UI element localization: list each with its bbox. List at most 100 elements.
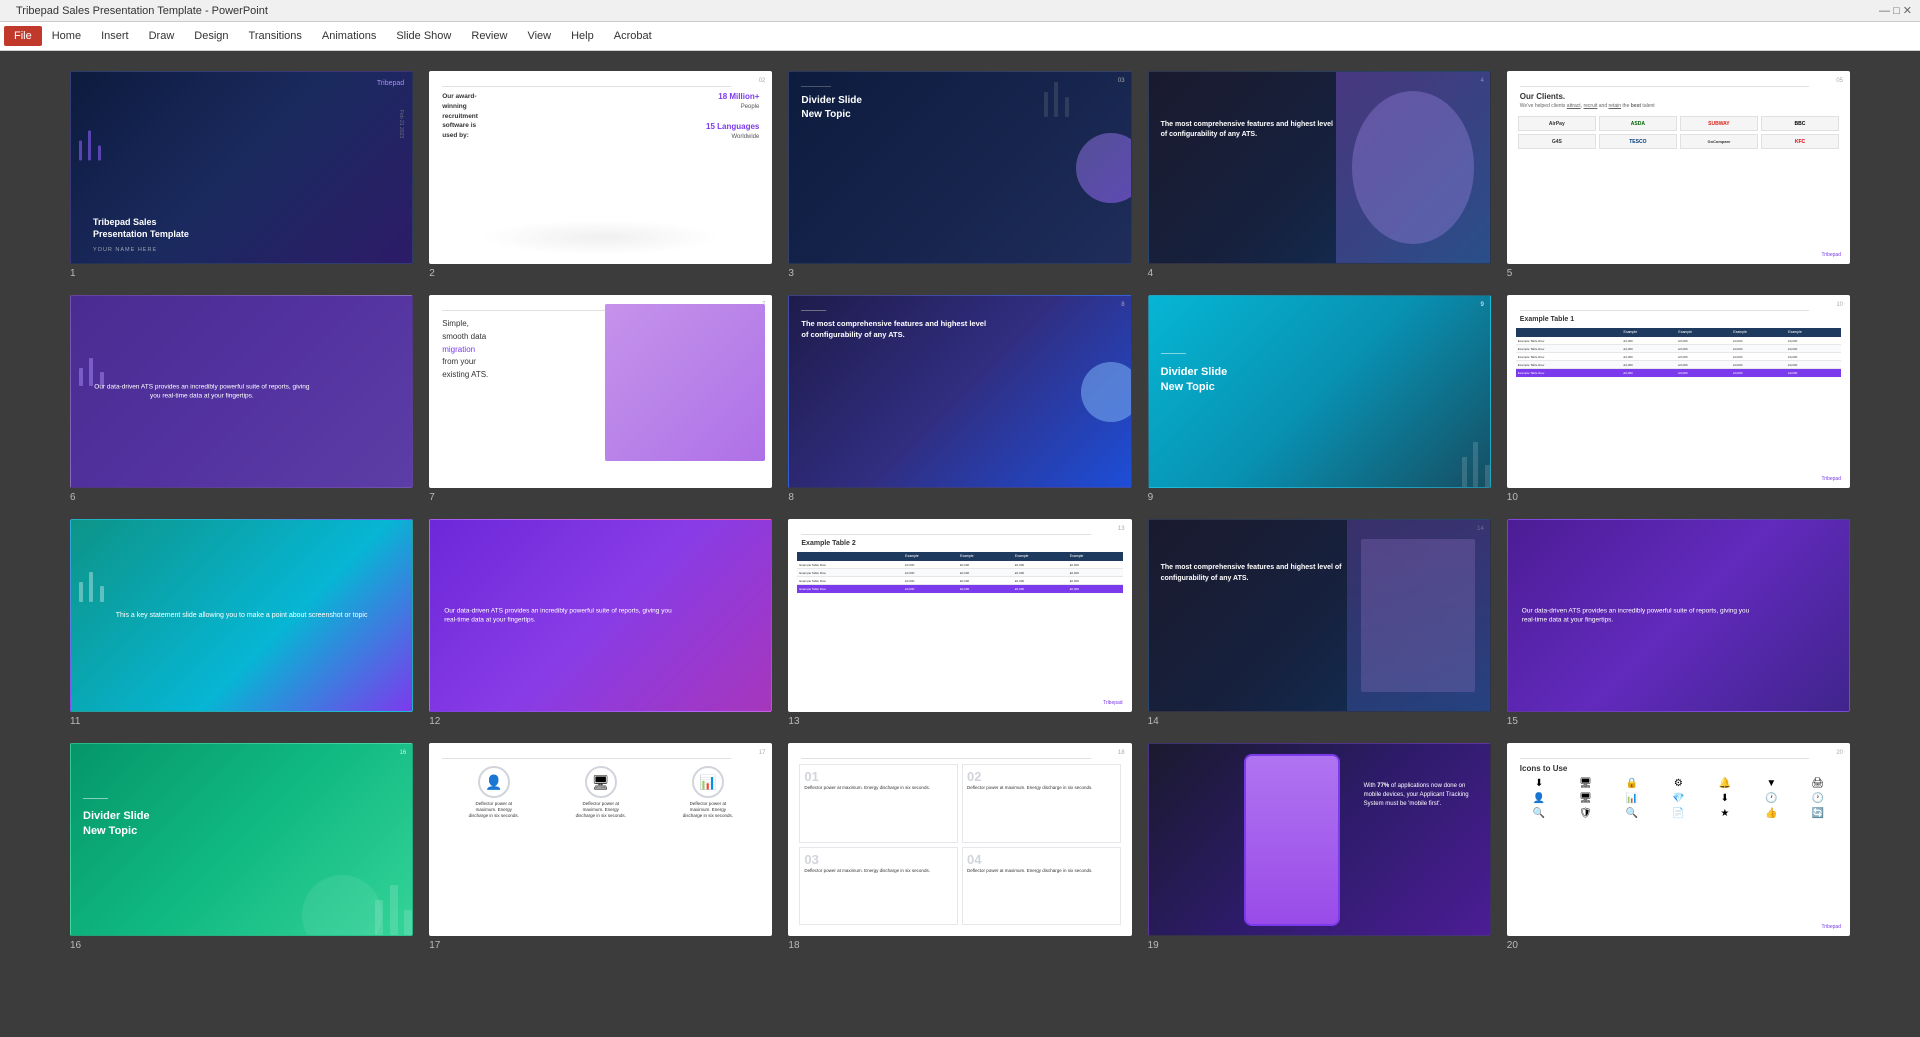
slide-wrapper-6: Our data-driven ATS provides an incredib… xyxy=(70,295,413,503)
slide-thumb-4[interactable]: 4 The most comprehensive features and hi… xyxy=(1148,71,1491,264)
slide-thumb-13[interactable]: 13 Example Table 2 Example Example Examp… xyxy=(788,519,1131,712)
tab-insert[interactable]: Insert xyxy=(91,26,139,46)
slide5-heading: Our Clients. xyxy=(1520,92,1565,101)
slide3-title: Divider SlideNew Topic xyxy=(801,94,862,122)
slide19-phone xyxy=(1244,754,1340,926)
slide-number-4: 4 xyxy=(1148,268,1491,279)
slide-number-12: 12 xyxy=(429,716,772,727)
slide-number-6: 6 xyxy=(70,492,413,503)
tab-animations[interactable]: Animations xyxy=(312,26,386,46)
slide-number-15: 15 xyxy=(1507,716,1850,727)
slide-thumb-8[interactable]: 8 The most comprehensive features and hi… xyxy=(788,295,1131,488)
slide-wrapper-14: 14 The most comprehensive features and h… xyxy=(1148,519,1491,727)
slide4-img xyxy=(1336,72,1490,263)
tab-file[interactable]: File xyxy=(4,26,42,46)
slide-thumb-3[interactable]: 03 Divider SlideNew Topic xyxy=(788,71,1131,264)
tab-acrobat[interactable]: Acrobat xyxy=(604,26,662,46)
slide1-subtitle: YOUR NAME HERE xyxy=(93,247,157,253)
slides-grid: Tribepad Feb 21 2023 Tribepad SalesPrese… xyxy=(70,71,1850,951)
slide10-table: Example Example Example Example Example … xyxy=(1516,328,1841,377)
slide-wrapper-11: This a key statement slide allowing you … xyxy=(70,519,413,727)
slide2-map xyxy=(480,220,721,255)
slide7-photo xyxy=(605,304,765,461)
slide-wrapper-15: Our data-driven ATS provides an incredib… xyxy=(1507,519,1850,727)
slide-wrapper-10: 10 Example Table 1 Example Example Examp… xyxy=(1507,295,1850,503)
tab-review[interactable]: Review xyxy=(461,26,517,46)
slide-thumb-11[interactable]: This a key statement slide allowing you … xyxy=(70,519,413,712)
slide-number-19: 19 xyxy=(1148,940,1491,951)
slide-wrapper-3: 03 Divider SlideNew Topic 3 xyxy=(788,71,1131,279)
slide-number-16: 16 xyxy=(70,940,413,951)
slide2-stat2-sub: Worldwide xyxy=(731,134,759,140)
slide-wrapper-20: 20 Icons to Use ⬇ 🖥 🔒 ⚙ 🔔 ▼ 🖨 👤 🖥 📊 💎 ⬇ xyxy=(1507,743,1850,951)
tab-home[interactable]: Home xyxy=(42,26,91,46)
slide16-circle-bg xyxy=(302,875,382,936)
slide-thumb-14[interactable]: 14 The most comprehensive features and h… xyxy=(1148,519,1491,712)
slide-number-7: 7 xyxy=(429,492,772,503)
slide12-text: Our data-driven ATS provides an incredib… xyxy=(444,606,683,626)
slide-thumb-19[interactable]: With 77% of applications now done on mob… xyxy=(1148,743,1491,936)
slide-thumb-17[interactable]: 17 👤 Deflector power at maximum. Energy … xyxy=(429,743,772,936)
slide-wrapper-12: Our data-driven ATS provides an incredib… xyxy=(429,519,772,727)
slide18-grid: 01 Deflector power at maximum. Energy di… xyxy=(799,764,1120,925)
slide13-brand: Tribepad xyxy=(1103,700,1123,706)
slide17-icons: 👤 Deflector power at maximum. Energy dis… xyxy=(440,766,761,819)
slide20-heading: Icons to Use xyxy=(1520,764,1568,773)
slide13-heading: Example Table 2 xyxy=(801,540,855,547)
slide4-text: The most comprehensive features and high… xyxy=(1161,120,1338,141)
tab-transitions[interactable]: Transitions xyxy=(239,26,312,46)
slide-thumb-12[interactable]: Our data-driven ATS provides an incredib… xyxy=(429,519,772,712)
slide10-heading: Example Table 1 xyxy=(1520,316,1574,323)
tab-design[interactable]: Design xyxy=(184,26,238,46)
slide-wrapper-5: 05 Our Clients. We've helped clients att… xyxy=(1507,71,1850,279)
slide-thumb-5[interactable]: 05 Our Clients. We've helped clients att… xyxy=(1507,71,1850,264)
slide-thumb-20[interactable]: 20 Icons to Use ⬇ 🖥 🔒 ⚙ 🔔 ▼ 🖨 👤 🖥 📊 💎 ⬇ xyxy=(1507,743,1850,936)
slide-thumb-7[interactable]: 7 Simple,smooth datamigrationfrom yourex… xyxy=(429,295,772,488)
slide7-text: Simple,smooth datamigrationfrom yourexis… xyxy=(442,318,606,382)
slide-number-1: 1 xyxy=(70,268,413,279)
tab-help[interactable]: Help xyxy=(561,26,604,46)
slide19-text: With 77% of applications now done on mob… xyxy=(1364,782,1473,809)
app-title: Tribepad Sales Presentation Template - P… xyxy=(16,5,268,17)
slide-wrapper-19: With 77% of applications now done on mob… xyxy=(1148,743,1491,951)
slide-thumb-16[interactable]: 16 Divider SlideNew Topic xyxy=(70,743,413,936)
slide14-text: The most comprehensive features and high… xyxy=(1161,562,1349,584)
tab-draw[interactable]: Draw xyxy=(139,26,185,46)
tab-slideshow[interactable]: Slide Show xyxy=(386,26,461,46)
slide6-text: Our data-driven ATS provides an incredib… xyxy=(91,382,313,402)
slide-wrapper-2: 02 Our award-winningrecruitmentsoftware … xyxy=(429,71,772,279)
slide13-table: Example Example Example Example Example … xyxy=(797,552,1122,593)
slide-thumb-2[interactable]: 02 Our award-winningrecruitmentsoftware … xyxy=(429,71,772,264)
slide1-date: Feb 21 2023 xyxy=(398,110,404,138)
slide-number-13: 13 xyxy=(788,716,1131,727)
slide-thumb-18[interactable]: 18 01 Deflector power at maximum. Energy… xyxy=(788,743,1131,936)
slide-thumb-15[interactable]: Our data-driven ATS provides an incredib… xyxy=(1507,519,1850,712)
slide2-text: Our award-winningrecruitmentsoftware isu… xyxy=(442,92,613,141)
slide9-title: Divider SlideNew Topic xyxy=(1161,365,1228,396)
tab-view[interactable]: View xyxy=(517,26,561,46)
slide-thumb-6[interactable]: Our data-driven ATS provides an incredib… xyxy=(70,295,413,488)
slide3-circle xyxy=(1076,133,1132,203)
slide-number-10: 10 xyxy=(1507,492,1850,503)
slide-thumb-10[interactable]: 10 Example Table 1 Example Example Examp… xyxy=(1507,295,1850,488)
slide-wrapper-7: 7 Simple,smooth datamigrationfrom yourex… xyxy=(429,295,772,503)
slide14-img xyxy=(1347,520,1490,711)
slide-number-11: 11 xyxy=(70,716,413,727)
slide-wrapper-8: 8 The most comprehensive features and hi… xyxy=(788,295,1131,503)
slide-wrapper-1: Tribepad Feb 21 2023 Tribepad SalesPrese… xyxy=(70,71,413,279)
slide20-icons: ⬇ 🖥 🔒 ⚙ 🔔 ▼ 🖨 👤 🖥 📊 💎 ⬇ 🕐 🕐 🔍 🛡 xyxy=(1518,778,1839,819)
slide-wrapper-16: 16 Divider SlideNew Topic 16 xyxy=(70,743,413,951)
slide2-stat2: 15 Languages xyxy=(706,122,759,131)
slide10-brand: Tribepad xyxy=(1821,476,1841,482)
slide-thumb-9[interactable]: 9 Divider SlideNew Topic xyxy=(1148,295,1491,488)
slide1-brand: Tribepad xyxy=(377,80,404,87)
slide-wrapper-13: 13 Example Table 2 Example Example Examp… xyxy=(788,519,1131,727)
slide5-logos: AirPay ASDA SUBWAY BBC G4S TESCO GoCompa… xyxy=(1518,116,1839,149)
slide8-circle xyxy=(1081,362,1132,422)
title-bar: Tribepad Sales Presentation Template - P… xyxy=(0,0,1920,22)
slide11-bars xyxy=(79,572,104,602)
slide2-stat1-sub: People xyxy=(741,104,760,110)
slide-number-3: 3 xyxy=(788,268,1131,279)
slide-thumb-1[interactable]: Tribepad Feb 21 2023 Tribepad SalesPrese… xyxy=(70,71,413,264)
slide15-text: Our data-driven ATS provides an incredib… xyxy=(1522,606,1761,626)
